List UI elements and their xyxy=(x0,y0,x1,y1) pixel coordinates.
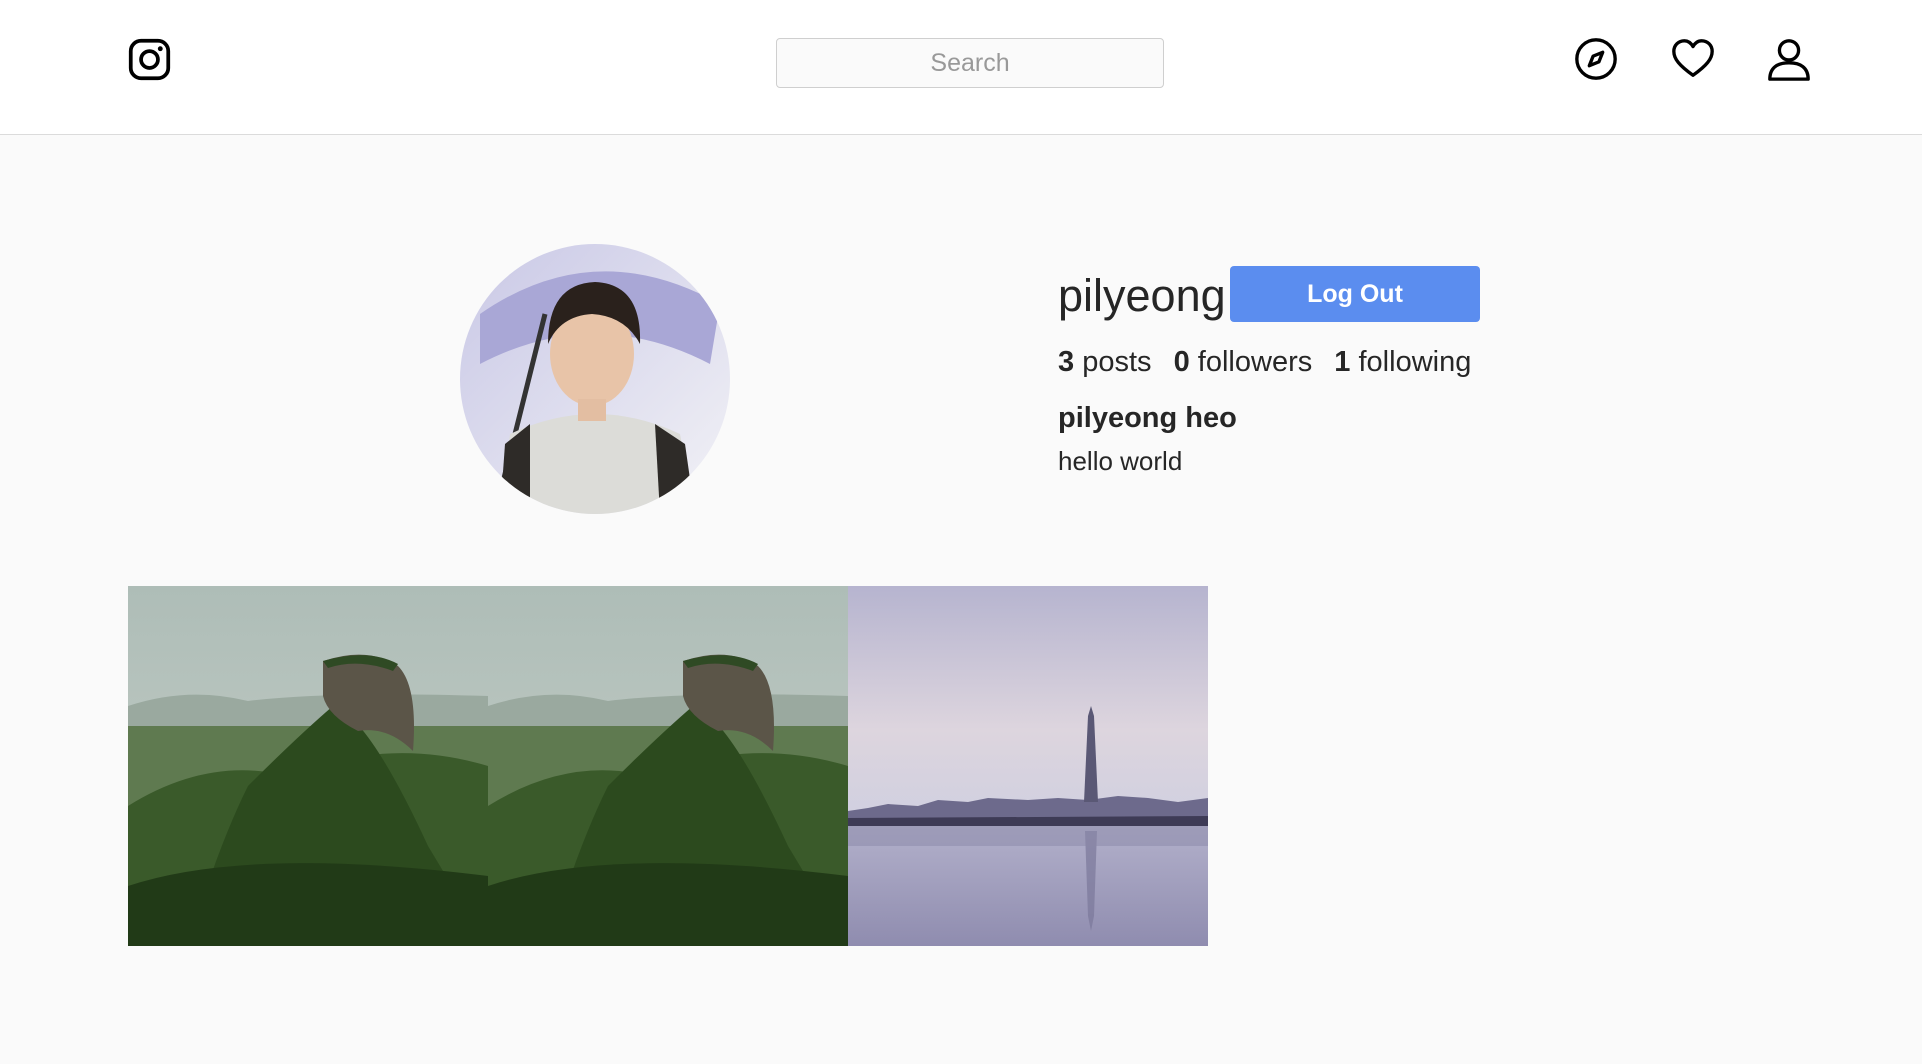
profile-bio: hello world xyxy=(1058,446,1183,476)
avatar[interactable] xyxy=(460,244,730,514)
posts-count: 3 xyxy=(1058,346,1075,378)
top-navigation-bar xyxy=(0,0,1922,135)
instagram-icon[interactable] xyxy=(127,37,172,82)
posts-stat[interactable]: 3 posts xyxy=(1058,346,1152,378)
following-label: following xyxy=(1358,346,1472,378)
post-thumbnail[interactable] xyxy=(848,586,1208,946)
profile-full-name: pilyeong heo xyxy=(1058,402,1237,434)
posts-grid xyxy=(128,586,1208,946)
city-skyline-lake-reflection-photo xyxy=(848,586,1208,946)
followers-count: 0 xyxy=(1173,346,1190,378)
posts-label: posts xyxy=(1082,346,1152,378)
user-icon[interactable] xyxy=(1766,36,1812,82)
log-out-button[interactable]: Log Out xyxy=(1230,266,1480,322)
following-stat[interactable]: 1 following xyxy=(1334,346,1471,378)
post-thumbnail[interactable] xyxy=(128,586,488,946)
profile-username: pilyeong xyxy=(1058,270,1226,321)
rock-fortress-jungle-photo xyxy=(128,586,488,946)
following-count: 1 xyxy=(1334,346,1351,378)
heart-icon[interactable] xyxy=(1670,36,1716,82)
search-input[interactable] xyxy=(776,38,1164,88)
profile-stats: 3 posts 0 followers 1 following xyxy=(1058,344,1485,380)
rock-fortress-jungle-photo xyxy=(488,586,848,946)
compass-icon[interactable] xyxy=(1573,36,1619,82)
post-thumbnail[interactable] xyxy=(488,586,848,946)
followers-label: followers xyxy=(1197,346,1313,378)
followers-stat[interactable]: 0 followers xyxy=(1174,346,1313,378)
